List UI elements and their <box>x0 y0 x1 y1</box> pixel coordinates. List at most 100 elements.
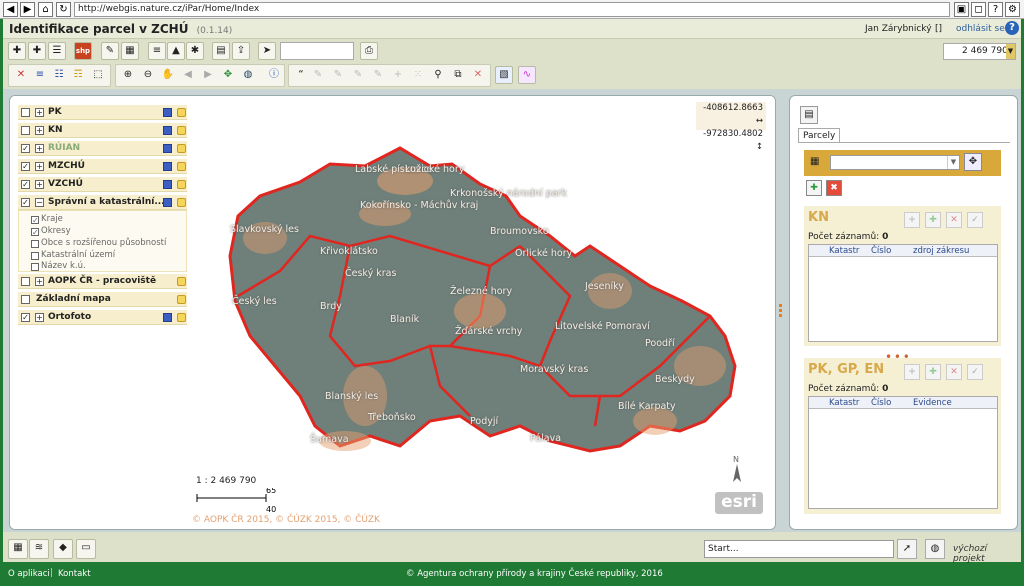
expand-icon[interactable]: + <box>35 144 44 153</box>
project-icon[interactable]: ◍ <box>925 539 945 559</box>
layer-settings-icon[interactable] <box>177 295 186 304</box>
kn-col-katastr[interactable]: Katastr <box>829 246 859 256</box>
layer-style-icon[interactable] <box>163 126 172 135</box>
table-icon[interactable]: ▦ <box>121 42 139 60</box>
map-canvas[interactable] <box>190 96 776 529</box>
print-icon[interactable]: ⎙ <box>360 42 378 60</box>
about-link[interactable]: O aplikaci <box>8 569 50 579</box>
add-icon[interactable]: + <box>904 212 920 228</box>
sublayer-checkbox[interactable] <box>31 252 39 260</box>
layer-row-vzchu[interactable]: ✓ + VZCHÚ <box>18 177 187 192</box>
layer-style-icon[interactable] <box>163 313 172 322</box>
forward-arrow-icon[interactable]: ▶ <box>20 2 35 17</box>
remove-icon[interactable]: ✕ <box>946 212 962 228</box>
previous-extent-icon[interactable]: ◀ <box>179 67 197 85</box>
pin-icon[interactable]: ⚲ <box>429 67 447 85</box>
info-icon[interactable]: ⓘ <box>265 67 283 85</box>
pan-icon[interactable]: ✋ <box>159 67 177 85</box>
layer-settings-icon[interactable] <box>177 108 186 117</box>
tools-icon[interactable]: ✎ <box>101 42 119 60</box>
layer-style-icon[interactable] <box>163 180 172 189</box>
layer-list-icon[interactable]: ☰ <box>48 42 66 60</box>
kn-col-cislo[interactable]: Číslo <box>871 246 891 256</box>
help-browser-icon[interactable]: ? <box>988 2 1003 17</box>
globe-icon[interactable]: ◍ <box>239 67 257 85</box>
layers-icon[interactable]: ◆ <box>53 539 73 559</box>
fullscreen-icon[interactable]: ◻ <box>971 2 986 17</box>
confirm-icon[interactable]: ✓ <box>967 364 983 380</box>
expand-icon[interactable]: + <box>35 180 44 189</box>
layer-settings-icon[interactable] <box>177 313 186 322</box>
layer-settings-icon[interactable] <box>177 126 186 135</box>
shp-import-icon[interactable]: shp <box>74 42 92 60</box>
go-icon[interactable]: ➚ <box>897 539 917 559</box>
help-icon[interactable]: ? <box>1005 21 1019 35</box>
pk-col-evidence[interactable]: Evidence <box>913 398 952 408</box>
scale-select[interactable]: 2 469 790 ▼ <box>943 43 1016 60</box>
pk-col-cislo[interactable]: Číslo <box>871 398 891 408</box>
pencil-icon[interactable]: ✎ <box>309 67 327 85</box>
back-arrow-icon[interactable]: ◀ <box>3 2 18 17</box>
chart-icon[interactable]: ▲ <box>167 42 185 60</box>
expand-icon[interactable]: + <box>35 126 44 135</box>
select-icon[interactable]: ⬚ <box>89 67 107 85</box>
locate-icon[interactable]: ➤ <box>258 42 276 60</box>
locate-parcel-icon[interactable]: ✥ <box>964 153 982 171</box>
layer-settings-icon[interactable] <box>177 144 186 153</box>
expand-icon[interactable]: + <box>35 108 44 117</box>
add-vertex-icon[interactable]: + <box>389 67 407 85</box>
zoom-in-icon[interactable]: ⊕ <box>119 67 137 85</box>
parcel-search-combo[interactable]: ▼ <box>830 155 960 170</box>
layer-row-kn[interactable]: + KN <box>18 123 187 138</box>
url-field[interactable]: http://webgis.nature.cz/iPar/Home/Index <box>74 2 950 17</box>
layer-style-icon[interactable] <box>163 144 172 153</box>
grid-icon[interactable]: ▤ <box>212 42 230 60</box>
pencil-line-icon[interactable]: ✎ <box>329 67 347 85</box>
tab-parcely[interactable]: Parcely <box>798 128 840 143</box>
confirm-icon[interactable]: ✓ <box>967 212 983 228</box>
copy-icon[interactable]: ⧉ <box>449 67 467 85</box>
sublayer-checkbox[interactable]: ✓ <box>31 216 39 225</box>
layer-settings-icon[interactable] <box>177 277 186 286</box>
route-icon[interactable]: ∿ <box>518 66 536 84</box>
zoom-out-icon[interactable]: ⊖ <box>139 67 157 85</box>
sublayer-checkbox[interactable] <box>31 263 39 271</box>
delete-icon[interactable]: ✕ <box>469 67 487 85</box>
full-extent-icon[interactable]: ✥ <box>219 67 237 85</box>
legend-icon[interactable]: ≡ <box>148 42 166 60</box>
pencil-point-icon[interactable]: ✎ <box>369 67 387 85</box>
home-icon[interactable]: ⌂ <box>38 2 53 17</box>
gear-icon[interactable]: ⚙ <box>1005 2 1020 17</box>
expand-icon[interactable]: + <box>35 162 44 171</box>
start-input[interactable]: Start... <box>704 540 894 558</box>
select-region-icon[interactable]: ▧ <box>495 66 513 84</box>
measure-icon[interactable]: “ <box>292 67 310 85</box>
add-multiple-icon[interactable]: ✚ <box>925 212 941 228</box>
vertex-grid-icon[interactable]: ⁙ <box>409 67 427 85</box>
bookmark-icon[interactable]: ▣ <box>954 2 969 17</box>
add-all-icon[interactable]: ✚ <box>806 180 822 196</box>
next-extent-icon[interactable]: ▶ <box>199 67 217 85</box>
layer-row-aopk[interactable]: + AOPK ČR - pracoviště <box>18 274 187 289</box>
layer-checkbox[interactable]: ✓ <box>21 180 30 189</box>
layer-style-icon[interactable] <box>163 108 172 117</box>
logout-link[interactable]: odhlásit se <box>956 24 1005 34</box>
contact-link[interactable]: Kontakt <box>58 569 91 579</box>
layer-checkbox[interactable] <box>21 126 30 135</box>
layer-checkbox[interactable]: ✓ <box>21 313 30 322</box>
add-icon[interactable]: + <box>904 364 920 380</box>
layer-checkbox[interactable]: ✓ <box>21 198 30 207</box>
add-layer-icon[interactable]: ✚ <box>8 42 26 60</box>
panel-splitter[interactable] <box>779 304 782 320</box>
layer-row-ruian[interactable]: ✓ + RÚIAN <box>18 141 187 156</box>
layer-checkbox[interactable] <box>21 108 30 117</box>
layer-checkbox[interactable] <box>21 277 30 286</box>
remove-all-icon[interactable]: ✖ <box>826 180 842 196</box>
layer-checkbox[interactable] <box>21 295 30 304</box>
map-view[interactable]: Labské pískovce Lužické hory Krkonošský ná… <box>190 96 776 529</box>
close-icon[interactable]: ✕ <box>12 67 30 85</box>
settings-icon[interactable]: ✱ <box>186 42 204 60</box>
layer-style-icon[interactable] <box>163 198 172 207</box>
database-icon[interactable]: ≋ <box>29 539 49 559</box>
layer-row-zakladni-mapa[interactable]: Základní mapa <box>18 292 187 307</box>
